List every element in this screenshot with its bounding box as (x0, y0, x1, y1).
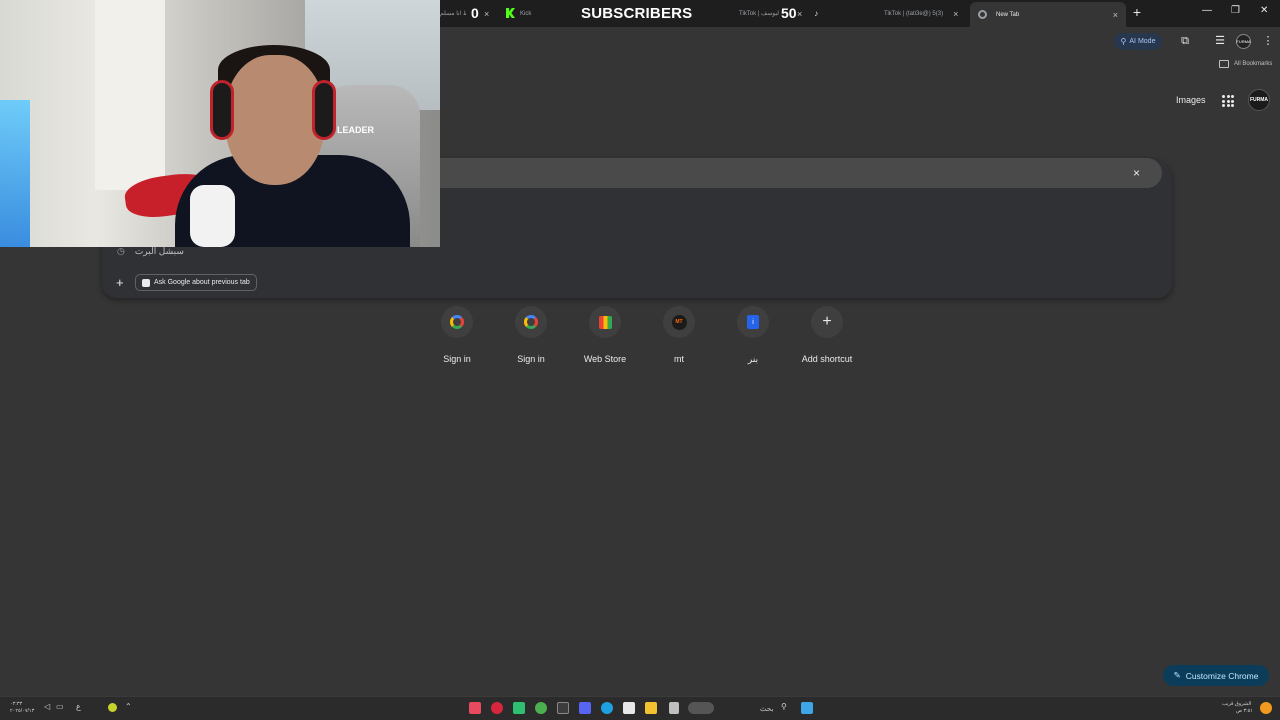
volume-icon[interactable]: ◁ (44, 702, 50, 711)
tab-2[interactable]: Kick (520, 3, 531, 24)
plus-icon: + (822, 313, 832, 330)
shortcut-web-store[interactable]: Web Store (568, 306, 642, 365)
app-icon[interactable] (579, 702, 591, 714)
all-bookmarks-label: All Bookmarks (1234, 61, 1273, 67)
all-bookmarks-button[interactable]: All Bookmarks (1219, 60, 1272, 68)
shortcut-label: Sign in (443, 354, 471, 364)
chrome-icon[interactable] (535, 702, 547, 714)
tab-title: TikTok | (tati3e@) 5(3) (884, 10, 944, 17)
ai-mode-label: AI Mode (1129, 38, 1156, 45)
history-icon: ◷ (117, 246, 125, 256)
shortcut-label: mt (674, 354, 684, 364)
tab-title: TikTok | بيع اليوسف (739, 11, 779, 17)
shortcut-mt[interactable]: MT mt (642, 306, 716, 365)
banner-icon: i (747, 315, 759, 329)
google-icon (524, 315, 538, 329)
tab-close-icon[interactable]: × (797, 9, 802, 19)
history-suggestion[interactable]: ◷ سبشل البرت (117, 246, 184, 257)
shortcut-sign-in-2[interactable]: Sign in (494, 306, 568, 365)
ask-google-chip[interactable]: Ask Google about previous tab (135, 274, 257, 291)
minimize-button[interactable]: — (1202, 5, 1212, 16)
images-link[interactable]: Images (1176, 95, 1206, 105)
start-icon[interactable] (801, 702, 813, 714)
subscribers-label: SUBSCRIBERS (581, 5, 693, 22)
app-icon[interactable] (669, 702, 679, 714)
tab-title: New Tab (996, 11, 1020, 18)
overlay-right-count: 50 (781, 5, 797, 21)
tab-4[interactable]: TikTok | (tati3e@) 5(3) × (884, 3, 958, 24)
tab-close-icon[interactable]: × (953, 9, 958, 19)
tab-1[interactable]: ليش تغلط انا مسلم × (440, 3, 489, 24)
shortcut-label: بنر (747, 354, 759, 364)
microphone (190, 185, 235, 247)
folder-icon (1219, 60, 1229, 68)
weather-sub: ٣:٥١ ص (1236, 708, 1253, 714)
language-icon[interactable]: ع (76, 702, 81, 711)
kick-logo-icon (506, 8, 515, 18)
add-shortcut-button[interactable]: + Add shortcut (790, 306, 864, 365)
customize-label: Customize Chrome (1185, 670, 1259, 681)
weather-label: الشروق قريب (1222, 701, 1252, 707)
customize-chrome-button[interactable]: ✎ Customize Chrome (1163, 665, 1269, 686)
app-icon[interactable] (491, 702, 503, 714)
shortcut-label: Sign in (517, 354, 545, 364)
tab-close-icon[interactable]: × (484, 9, 489, 19)
suggestion-text: سبشل البرت (134, 246, 184, 256)
search-icon[interactable]: ⚲ (781, 702, 787, 711)
app-icon[interactable] (469, 702, 481, 714)
search-icon: ⚲ (1120, 37, 1127, 46)
tab-title: Kick (520, 10, 532, 17)
shortcut-label: Web Store (583, 354, 627, 364)
reading-list-icon[interactable]: ☰ (1214, 35, 1226, 47)
clear-search-icon[interactable]: × (1133, 166, 1140, 180)
search-placeholder[interactable]: بحث (760, 705, 773, 713)
tab-3[interactable]: TikTok | بيع اليوسف × ♪ (739, 3, 818, 24)
clock-time: ٠٣:٣٣ (10, 701, 23, 707)
store-icon[interactable] (623, 702, 635, 714)
google-apps-icon[interactable] (1222, 95, 1234, 107)
terminal-icon[interactable] (557, 702, 569, 714)
chrome-icon (978, 10, 987, 19)
restore-button[interactable]: ❐ (1231, 5, 1240, 16)
close-window-button[interactable]: ✕ (1260, 5, 1268, 16)
google-icon (450, 315, 464, 329)
shortcut-banner[interactable]: i بنر (716, 306, 790, 365)
shortcut-label: Add shortcut (801, 354, 853, 364)
new-tab-button[interactable]: + (1130, 4, 1144, 20)
tab-icon (142, 278, 150, 287)
tab-close-icon[interactable]: × (1113, 10, 1118, 20)
webcam-overlay: LEADER (0, 0, 440, 247)
overlay-left-count: 0 (471, 5, 479, 21)
shortcut-sign-in[interactable]: Sign in (420, 306, 494, 365)
windows-taskbar: ٠٣:٣٣ ٢٠٢٥/٠٧/١٣ ◁ ▭ ع ⌃ بحث ⚲ الشروق قر… (0, 696, 1280, 720)
weather-icon[interactable] (1260, 702, 1272, 714)
tab-title: ليش تغلط انا مسلم (440, 11, 466, 17)
chevron-up-icon[interactable]: ⌃ (125, 702, 132, 711)
tab-new-tab[interactable]: New Tab × (970, 2, 1126, 27)
app-icon[interactable] (513, 702, 525, 714)
tray-app-icon[interactable] (108, 703, 117, 712)
ask-chip-label: Ask Google about previous tab (154, 279, 250, 286)
google-account-avatar[interactable]: FURMA (1248, 89, 1270, 111)
extensions-icon[interactable]: ⧉ (1179, 35, 1191, 47)
add-context-button[interactable]: + (116, 275, 124, 290)
ai-mode-button[interactable]: ⚲ AI Mode (1114, 33, 1162, 50)
clock-date: ٢٠٢٥/٠٧/١٣ (10, 708, 35, 714)
pencil-icon: ✎ (1173, 670, 1181, 680)
shortcuts-grid: Sign in Sign in Web Store MT mt i بنر + … (420, 306, 864, 365)
profile-avatar[interactable]: FURMA (1236, 34, 1251, 49)
menu-icon[interactable]: ⋮ (1262, 35, 1274, 47)
network-icon[interactable]: ▭ (56, 702, 64, 711)
tiktok-icon: ♪ (814, 9, 819, 18)
app-icon[interactable] (688, 702, 714, 714)
mt-icon: MT (671, 314, 687, 330)
chair-brand-label: LEADER (337, 125, 375, 135)
edge-icon[interactable] (601, 702, 613, 714)
folder-icon[interactable] (645, 702, 657, 714)
web-store-icon (598, 315, 612, 329)
